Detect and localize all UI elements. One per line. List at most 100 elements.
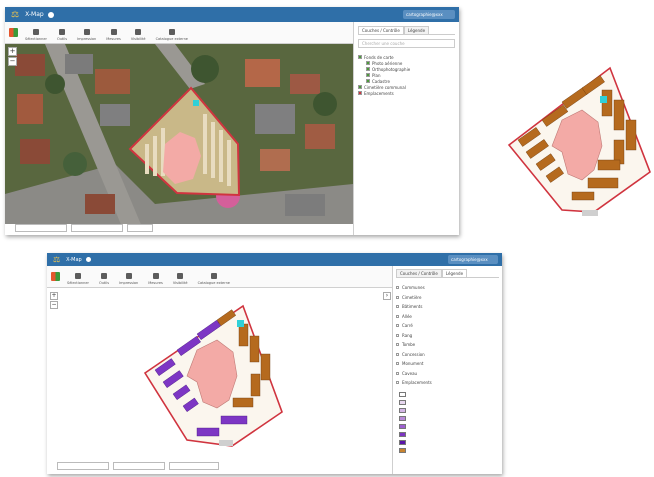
app-title: X-Map (66, 256, 82, 263)
layer-checkbox[interactable] (366, 73, 370, 77)
legend-checkbox[interactable] (396, 343, 399, 347)
layer-checkbox[interactable] (366, 67, 370, 71)
legend-label: Carré (402, 323, 413, 329)
toolbar-button-2[interactable]: Impression (76, 27, 97, 43)
coords-field[interactable] (15, 224, 67, 232)
legend-item[interactable]: Rang (396, 331, 499, 341)
user-menu[interactable]: cartographie@xxx (448, 255, 498, 264)
legend-label: Cimetière (402, 294, 422, 300)
toolbar-button-4[interactable]: Visibilité (172, 271, 189, 287)
legend-checkbox[interactable] (396, 305, 399, 309)
top-statusbar (15, 224, 153, 232)
projection-field[interactable] (127, 224, 153, 232)
zoom-out-button[interactable]: − (8, 57, 17, 66)
layer-checkbox[interactable] (358, 55, 362, 59)
toolbar-button-label: Impression (77, 37, 97, 41)
bottom-map-view[interactable]: + − › (47, 288, 392, 460)
toolbar-button-5[interactable]: Catalogue externe (197, 271, 231, 287)
legend-item[interactable]: Communes (396, 283, 499, 293)
info-icon[interactable] (85, 257, 91, 262)
layer-checkbox[interactable] (358, 85, 362, 89)
legend-checkbox[interactable] (396, 295, 399, 299)
legend-item[interactable]: Carré (396, 321, 499, 331)
print-icon (83, 29, 90, 35)
legend-checkbox[interactable] (396, 286, 399, 290)
toolbar-button-label: Sélectionner (67, 281, 89, 285)
legend-swatch-row (396, 399, 499, 407)
legend-item[interactable]: Concession (396, 350, 499, 360)
zoom-out-button[interactable]: − (50, 301, 58, 309)
tab-layers[interactable]: Couches / Contrôle (358, 26, 404, 34)
bottom-panel-tabs: Couches / Contrôle Légende (396, 269, 499, 278)
legend-checkbox[interactable] (396, 352, 399, 356)
legend-checkbox[interactable] (396, 381, 399, 385)
tab-layers[interactable]: Couches / Contrôle (396, 269, 442, 277)
wrench-icon (59, 29, 66, 35)
bottom-header-bar: ⚖ X-Map cartographie@xxx (47, 253, 502, 266)
legend-label: Emplacements (402, 380, 432, 386)
legend-list: Communes Cimetière Bâtiments Allée Carré Rang… (396, 283, 499, 388)
top-toolbar: Sélectionner Outils Impression Mesures Visib… (5, 22, 353, 44)
collapse-panel-button[interactable]: › (383, 292, 391, 300)
toolbar-button-5[interactable]: Catalogue externe (155, 27, 189, 43)
tab-legend[interactable]: Légende (441, 269, 468, 277)
layer-checkbox[interactable] (358, 91, 362, 95)
layer-label: Plan (372, 72, 381, 78)
app-title: X-Map (25, 11, 44, 18)
legend-item[interactable]: Cimetière (396, 293, 499, 303)
legend-item[interactable]: Emplacements (396, 378, 499, 388)
projection-field[interactable] (169, 462, 219, 470)
scale-field[interactable] (71, 224, 123, 232)
app-grid-icon[interactable] (9, 28, 18, 37)
layer-label: Fonds de carte (364, 54, 394, 60)
legend-label: Communes (402, 285, 425, 291)
toolbar-button-label: Mesures (148, 281, 163, 285)
toolbar-button-label: Mesures (106, 37, 121, 41)
layer-label: Cadastre (372, 78, 390, 84)
wrench-icon (101, 273, 108, 279)
legend-item[interactable]: Bâtiments (396, 302, 499, 312)
toolbar-button-3[interactable]: Mesures (105, 27, 122, 43)
legend-swatch (399, 400, 406, 405)
eye-icon (177, 273, 184, 279)
legend-item[interactable]: Caveau (396, 369, 499, 379)
user-menu[interactable]: cartographie@xxx (403, 10, 455, 19)
legend-swatch (399, 392, 406, 397)
bottom-legend-panel: Couches / Contrôle Légende Communes Cimet… (392, 266, 502, 474)
toolbar-button-0[interactable]: Sélectionner (66, 271, 90, 287)
legend-checkbox[interactable] (396, 362, 399, 366)
toolbar-button-1[interactable]: Outils (98, 271, 110, 287)
zoom-in-button[interactable]: + (50, 292, 58, 300)
layer-checkbox[interactable] (366, 79, 370, 83)
app-grid-icon[interactable] (51, 272, 60, 281)
legend-item[interactable]: Monument (396, 359, 499, 369)
zoom-in-button[interactable]: + (8, 47, 17, 56)
legend-item[interactable]: Tombe (396, 340, 499, 350)
toolbar-button-4[interactable]: Visibilité (130, 27, 147, 43)
scale-field[interactable] (113, 462, 165, 470)
aerial-photo (5, 44, 353, 224)
layer-search-input[interactable]: Chercher une couche (358, 39, 455, 48)
coords-field[interactable] (57, 462, 109, 470)
bottom-toolbar: Sélectionner Outils Impression Mesures Visib… (47, 266, 392, 288)
toolbar-button-0[interactable]: Sélectionner (24, 27, 48, 43)
toolbar-button-2[interactable]: Impression (118, 271, 139, 287)
info-icon[interactable] (47, 11, 54, 18)
ruler-icon (152, 273, 159, 279)
layer-item[interactable]: Emplacements (358, 90, 455, 96)
toolbar-button-3[interactable]: Mesures (147, 271, 164, 287)
legend-checkbox[interactable] (396, 314, 399, 318)
legend-checkbox[interactable] (396, 371, 399, 375)
legend-item[interactable]: Allée (396, 312, 499, 322)
layer-checkbox[interactable] (366, 61, 370, 65)
cadastral-plan (143, 304, 283, 447)
top-aerial-map[interactable]: + − (5, 44, 353, 224)
tab-legend[interactable]: Légende (403, 26, 430, 34)
legend-label: Tombe (402, 342, 416, 348)
toolbar-button-label: Outils (56, 37, 68, 41)
legend-label: Caveau (402, 370, 418, 376)
legend-swatch (399, 424, 406, 429)
legend-checkbox[interactable] (396, 324, 399, 328)
toolbar-button-1[interactable]: Outils (56, 27, 68, 43)
legend-checkbox[interactable] (396, 333, 399, 337)
